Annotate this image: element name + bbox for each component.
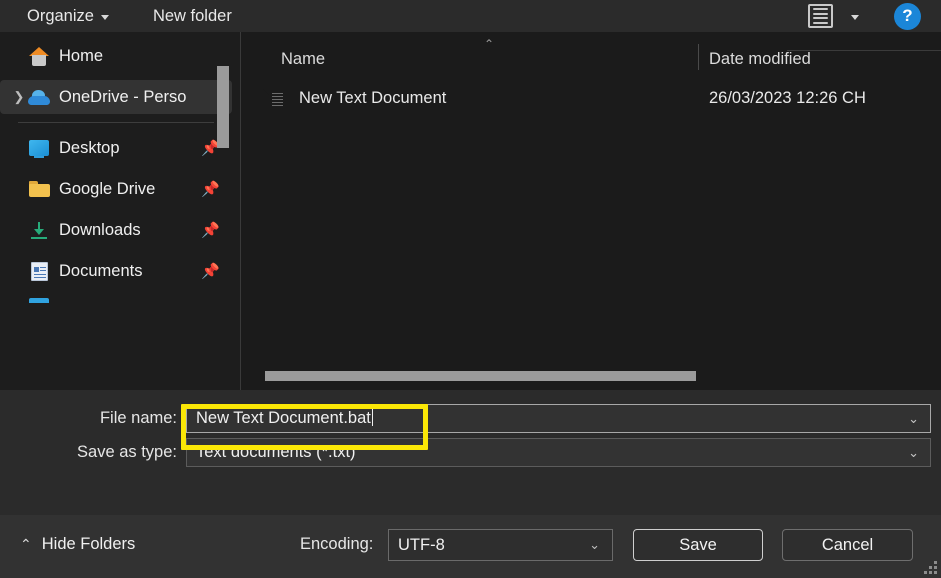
- sidebar-item-home[interactable]: Home: [0, 39, 232, 73]
- partial-item-icon: [28, 295, 50, 305]
- desktop-icon: [28, 138, 50, 158]
- documents-icon: [28, 261, 50, 281]
- encoding-label: Encoding:: [300, 535, 374, 553]
- chevron-down-icon[interactable]: ⌄: [908, 445, 919, 461]
- sidebar-item-label: Home: [59, 46, 104, 65]
- file-list-horizontal-scrollbar[interactable]: [265, 371, 696, 381]
- home-icon: [28, 46, 50, 66]
- toolbar-right-group: ?: [799, 0, 941, 32]
- save-as-type-label: Save as type:: [77, 443, 177, 461]
- hide-folders-label: Hide Folders: [41, 535, 136, 553]
- navigation-pane: Home ❯ OneDrive - Perso Desktop 📌 Google…: [0, 32, 240, 390]
- sidebar-item-label: Documents: [59, 261, 143, 280]
- file-name-row: File name: New Text Document.bat ⌄: [0, 404, 931, 433]
- file-date-cell: 26/03/2023 12:26 CH: [709, 89, 866, 107]
- chevron-up-icon: ⌃: [20, 536, 32, 552]
- file-name-cell: New Text Document: [299, 89, 447, 107]
- hide-folders-button[interactable]: ⌃ Hide Folders: [20, 535, 135, 554]
- column-divider[interactable]: [698, 44, 699, 70]
- onedrive-cloud-icon: [28, 87, 50, 107]
- text-cursor: [371, 409, 373, 426]
- sidebar-item-label: Desktop: [59, 138, 120, 157]
- pin-icon: 📌: [201, 263, 220, 280]
- organize-button[interactable]: Organize: [18, 1, 118, 31]
- help-label: ?: [902, 6, 913, 25]
- new-folder-button[interactable]: New folder: [144, 1, 241, 31]
- sidebar-item-documents[interactable]: Documents 📌: [0, 254, 232, 288]
- column-header-date-modified[interactable]: Date modified: [709, 50, 811, 69]
- file-list-pane: ⌃ Name Date modified New Text Document 2…: [241, 32, 941, 390]
- encoding-value: UTF-8: [398, 535, 445, 554]
- sidebar-item-label: OneDrive - Perso: [59, 87, 187, 106]
- save-as-type-select[interactable]: Text documents (*.txt) ⌄: [186, 438, 931, 467]
- header-rule: [787, 50, 941, 51]
- cancel-button-label: Cancel: [821, 535, 874, 554]
- chevron-down-icon[interactable]: ⌄: [589, 537, 600, 553]
- sort-ascending-icon: ⌃: [484, 37, 495, 51]
- folder-icon: [28, 179, 50, 199]
- table-row[interactable]: New Text Document 26/03/2023 12:26 CH: [241, 86, 941, 116]
- sidebar-item-desktop[interactable]: Desktop 📌: [0, 131, 232, 165]
- column-header-name[interactable]: Name: [281, 50, 325, 69]
- cancel-button[interactable]: Cancel: [782, 529, 913, 561]
- pin-icon: 📌: [201, 181, 220, 198]
- resize-grip[interactable]: [924, 561, 937, 574]
- encoding-select[interactable]: UTF-8 ⌄: [388, 529, 613, 561]
- column-headers: ⌃ Name Date modified: [241, 32, 941, 82]
- file-name-value: New Text Document.bat: [196, 409, 371, 427]
- save-as-dialog: Organize New folder ? Home ❯ OneDrive - …: [0, 0, 941, 578]
- help-button[interactable]: ?: [894, 2, 921, 30]
- sidebar-item-partial[interactable]: [0, 295, 232, 305]
- download-arrow-icon: [28, 220, 50, 240]
- save-as-type-value: Text documents (*.txt): [196, 443, 356, 461]
- new-folder-label: New folder: [152, 6, 232, 25]
- sidebar-item-onedrive[interactable]: ❯ OneDrive - Perso: [0, 80, 232, 114]
- sidebar-item-google-drive[interactable]: Google Drive 📌: [0, 172, 232, 206]
- chevron-down-icon: [100, 15, 109, 20]
- dialog-body: Home ❯ OneDrive - Perso Desktop 📌 Google…: [0, 32, 941, 390]
- pin-icon: 📌: [201, 222, 220, 239]
- sidebar-item-label: Downloads: [59, 220, 141, 239]
- navigation-scrollbar[interactable]: [217, 66, 229, 148]
- file-name-input[interactable]: New Text Document.bat ⌄: [186, 404, 931, 433]
- footer-bar: ⌃ Hide Folders Encoding: UTF-8 ⌄ Save Ca…: [0, 515, 941, 578]
- sidebar-item-label: Google Drive: [59, 179, 156, 198]
- chevron-right-icon[interactable]: ❯: [10, 89, 28, 105]
- chevron-down-icon[interactable]: ⌄: [908, 411, 919, 427]
- list-view-icon: [808, 4, 833, 28]
- save-button[interactable]: Save: [633, 529, 763, 561]
- save-as-type-row: Save as type: Text documents (*.txt) ⌄: [0, 438, 931, 467]
- sidebar-divider: [18, 122, 214, 123]
- view-options-button[interactable]: [799, 1, 868, 31]
- form-area: File name: New Text Document.bat ⌄ Save …: [0, 390, 941, 515]
- sidebar-item-downloads[interactable]: Downloads 📌: [0, 213, 232, 247]
- organize-label: Organize: [27, 6, 94, 25]
- file-name-label: File name:: [99, 409, 177, 427]
- toolbar: Organize New folder ?: [0, 0, 941, 32]
- chevron-down-icon: [851, 15, 859, 20]
- save-button-label: Save: [679, 535, 717, 554]
